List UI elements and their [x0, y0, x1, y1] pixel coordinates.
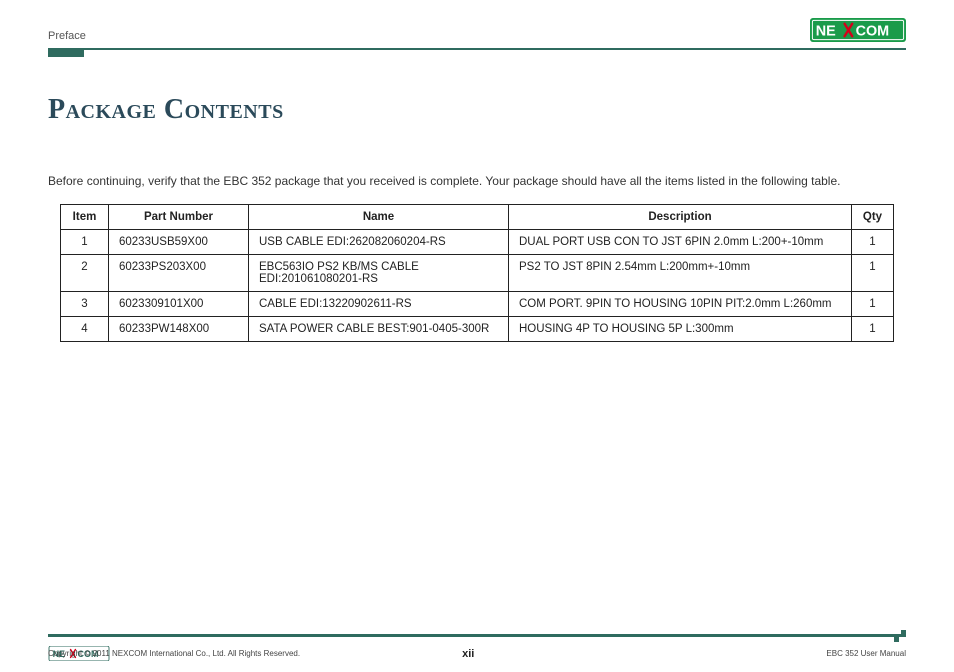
- intro-text: Before continuing, verify that the EBC 3…: [48, 174, 906, 188]
- cell-item: 2: [61, 255, 109, 292]
- package-contents-table: Item Part Number Name Description Qty 16…: [60, 204, 894, 342]
- table-row: 460233PW148X00SATA POWER CABLE BEST:901-…: [61, 317, 894, 342]
- header-item: Item: [61, 205, 109, 230]
- cell-desc: COM PORT. 9PIN TO HOUSING 10PIN PIT:2.0m…: [509, 292, 852, 317]
- cell-part: 6023309101X00: [109, 292, 249, 317]
- table-row: 160233USB59X00USB CABLE EDI:262082060204…: [61, 230, 894, 255]
- manual-name: EBC 352 User Manual: [826, 649, 906, 658]
- cell-part: 60233USB59X00: [109, 230, 249, 255]
- footer-deco-icon: [894, 630, 906, 642]
- cell-name: SATA POWER CABLE BEST:901-0405-300R: [249, 317, 509, 342]
- cell-name: EBC563IO PS2 KB/MS CABLE EDI:20106108020…: [249, 255, 509, 292]
- cell-part: 60233PW148X00: [109, 317, 249, 342]
- page-number: xii: [462, 648, 474, 660]
- cell-desc: HOUSING 4P TO HOUSING 5P L:300mm: [509, 317, 852, 342]
- footer-rule: [48, 634, 906, 642]
- table-header-row: Item Part Number Name Description Qty: [61, 205, 894, 230]
- cell-qty: 1: [852, 255, 894, 292]
- svg-text:NE: NE: [816, 23, 836, 39]
- table-row: 260233PS203X00EBC563IO PS2 KB/MS CABLE E…: [61, 255, 894, 292]
- page-title: Package Contents: [48, 94, 906, 126]
- cell-qty: 1: [852, 292, 894, 317]
- header-name: Name: [249, 205, 509, 230]
- header-part: Part Number: [109, 205, 249, 230]
- cell-item: 1: [61, 230, 109, 255]
- cell-part: 60233PS203X00: [109, 255, 249, 292]
- copyright-text: Copyright © 2011 NEXCOM International Co…: [48, 649, 906, 658]
- cell-desc: DUAL PORT USB CON TO JST 6PIN 2.0mm L:20…: [509, 230, 852, 255]
- cell-desc: PS2 TO JST 8PIN 2.54mm L:200mm+-10mm: [509, 255, 852, 292]
- header-desc: Description: [509, 205, 852, 230]
- header-rule: [48, 48, 906, 58]
- cell-item: 4: [61, 317, 109, 342]
- nexcom-logo-icon: NE COM: [810, 18, 906, 42]
- svg-text:COM: COM: [856, 23, 890, 39]
- header-section-label: Preface: [48, 30, 86, 42]
- table-row: 36023309101X00CABLE EDI:13220902611-RSCO…: [61, 292, 894, 317]
- cell-qty: 1: [852, 230, 894, 255]
- cell-name: CABLE EDI:13220902611-RS: [249, 292, 509, 317]
- header-qty: Qty: [852, 205, 894, 230]
- cell-qty: 1: [852, 317, 894, 342]
- cell-name: USB CABLE EDI:262082060204-RS: [249, 230, 509, 255]
- cell-item: 3: [61, 292, 109, 317]
